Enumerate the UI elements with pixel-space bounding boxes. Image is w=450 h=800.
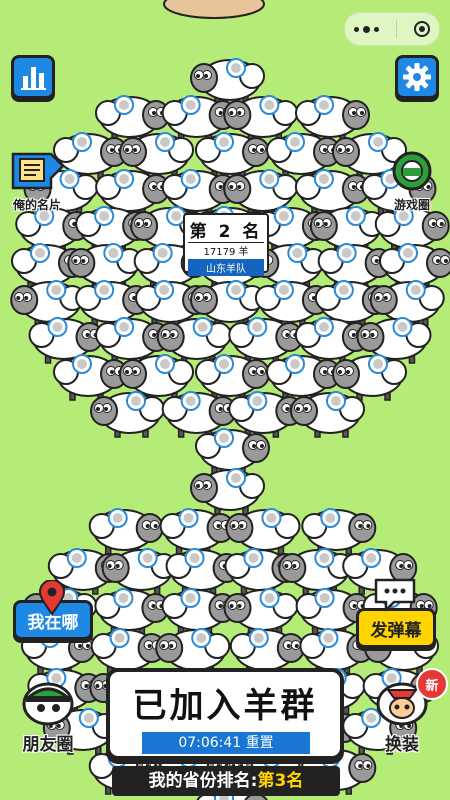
close-miniprogram-icon[interactable] <box>414 21 431 37</box>
sheep <box>190 468 265 515</box>
sheep <box>88 508 164 555</box>
sheep-with-cap-icon <box>22 682 74 726</box>
game-circle-button[interactable]: 游戏圈 <box>377 150 447 213</box>
change-outfit-label: 换装 <box>385 735 419 755</box>
name-card-icon <box>11 152 65 190</box>
location-pin-icon <box>38 580 66 616</box>
province-rank-prefix: 我的省份排名: <box>148 771 258 791</box>
province-rank-value: 第3名 <box>257 771 304 791</box>
bar-chart-icon <box>21 67 46 90</box>
sheep <box>225 508 301 555</box>
capsule-divider <box>395 20 397 38</box>
more-icon[interactable] <box>353 25 379 33</box>
name-card-button[interactable]: 俺的名片 <box>2 150 72 213</box>
game-circle-icon <box>392 151 432 191</box>
sheep <box>195 428 270 475</box>
sheep <box>278 548 354 595</box>
game-circle-label: 游戏圈 <box>393 198 430 212</box>
join-title: 已加入羊群 <box>132 686 318 726</box>
gear-icon <box>403 63 431 91</box>
join-flock-panel[interactable]: 已加入羊群 07:06:41 重置 <box>106 668 344 760</box>
miniprogram-capsule[interactable] <box>344 12 440 46</box>
sheep <box>223 588 299 635</box>
name-card-label: 俺的名片 <box>12 198 61 212</box>
sheep <box>94 588 170 635</box>
friends-circle-button[interactable]: 朋友圈 <box>8 674 88 755</box>
leader-rank-card: 第 2 名 17179 羊 山东羊队 <box>183 213 269 276</box>
sheep <box>290 391 365 438</box>
send-danmaku-label: 发弹幕 <box>370 620 422 641</box>
sheep <box>101 548 177 595</box>
reset-timer: 07:06:41 重置 <box>142 732 310 754</box>
friends-circle-label: 朋友圈 <box>22 735 74 755</box>
sheep-partial-top <box>163 0 265 19</box>
sheep <box>53 354 128 401</box>
new-badge: 新 <box>416 668 448 700</box>
sheep <box>90 391 165 438</box>
settings-button[interactable] <box>395 55 439 99</box>
sheep <box>332 354 407 401</box>
sheep <box>301 508 377 555</box>
speech-bubble-icon <box>374 578 416 612</box>
sheep <box>159 508 235 555</box>
sheep-count: 17179 羊 <box>188 242 264 258</box>
rank-label: 第 2 名 <box>189 222 263 242</box>
send-danmaku-button[interactable]: 发弹幕 <box>356 608 436 648</box>
province-rank-bar: 我的省份排名:第3名 <box>112 766 340 796</box>
ranking-button[interactable] <box>11 55 55 99</box>
team-name: 山东羊队 <box>188 259 264 276</box>
